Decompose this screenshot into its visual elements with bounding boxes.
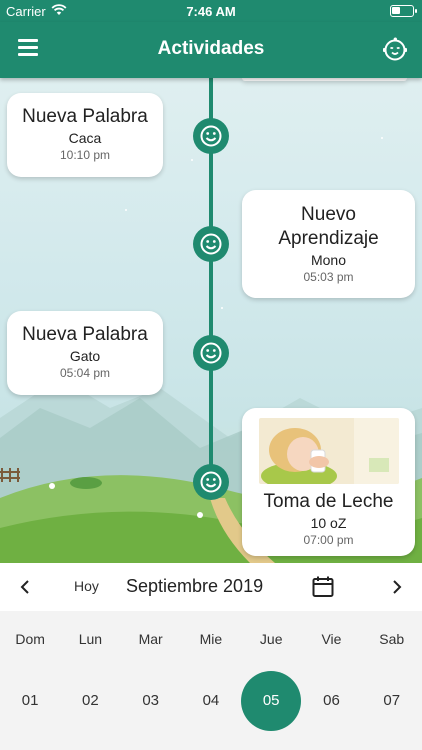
battery-icon [390,5,417,17]
activity-title: Nueva Palabra [22,324,148,345]
page-title: Actividades [157,38,265,59]
weekday-label: Sab [379,631,405,647]
previous-activity-card[interactable] [242,78,407,81]
day-number: 02 [82,692,99,709]
baby-face-icon[interactable] [382,36,408,62]
day-cell[interactable]: 07 [362,671,422,731]
smiley-face-icon [193,335,229,371]
weekday-header: Dom Lun Mar Mie Jue Vie Sab [0,631,422,647]
day-number: 04 [202,692,220,709]
activity-timeline[interactable]: Nueva Palabra Caca 10:10 pm Nuevo Aprend… [0,78,422,563]
activity-title: Toma de Leche [263,491,394,512]
day-number: 05 [262,692,280,709]
weekday-label: Mar [138,631,163,647]
day-number: 06 [323,692,340,709]
activity-time: 07:00 pm [303,533,354,547]
status-bar: Carrier 7:46 AM [0,0,422,22]
weekday-label: Mie [199,631,223,647]
smiley-face-icon [193,464,229,500]
activity-detail: Mono [310,252,347,268]
activity-time: 05:04 pm [59,366,111,380]
activity-title: Nueva Palabra [22,106,148,127]
activity-time: 10:10 pm [59,148,111,162]
chevron-left-icon[interactable] [16,577,34,597]
chevron-right-icon[interactable] [388,577,406,597]
status-time: 7:46 AM [186,4,236,19]
day-number: 03 [142,692,159,709]
day-cell[interactable]: 01 [0,671,60,731]
day-cell[interactable]: 04 [181,671,241,731]
activity-time: 05:03 pm [303,270,354,284]
week-days: 01 02 03 04 05 06 07 [0,671,422,731]
activity-card[interactable]: Nuevo Aprendizaje Mono 05:03 pm [242,190,415,298]
activity-detail: Caca [68,130,102,146]
day-number: 07 [383,692,401,709]
weekday-label: Dom [15,631,45,647]
day-number: 01 [21,692,39,709]
date-navigation: Hoy Septiembre 2019 [0,563,422,611]
activity-detail: Gato [69,348,101,364]
nav-bar: Actividades [0,22,422,78]
month-label: Septiembre 2019 [126,576,264,596]
activity-title: Nuevo Aprendizaje [278,204,379,249]
smiley-face-icon [193,226,229,262]
activity-detail: 10 oZ [310,515,347,531]
today-button[interactable]: Hoy [74,578,99,594]
activity-photo [258,418,399,484]
day-cell[interactable]: 06 [301,671,361,731]
day-cell[interactable]: 03 [121,671,181,731]
week-calendar: Dom Lun Mar Mie Jue Vie Sab 01 02 03 04 … [0,611,422,750]
day-cell-selected[interactable]: 05 [241,671,302,731]
activity-card[interactable]: Nueva Palabra Gato 05:04 pm [7,311,163,395]
weekday-label: Lun [78,631,103,647]
calendar-icon[interactable] [311,575,335,599]
day-cell[interactable]: 02 [60,671,120,731]
activity-card[interactable]: Nueva Palabra Caca 10:10 pm [7,93,163,177]
weekday-label: Jue [259,631,283,647]
activity-card[interactable]: Toma de Leche 10 oZ 07:00 pm [242,408,415,556]
weekday-label: Vie [321,631,342,647]
smiley-face-icon [193,118,229,154]
